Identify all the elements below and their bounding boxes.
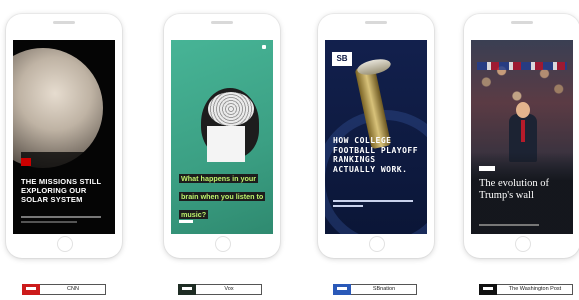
cnn-logo-icon bbox=[21, 158, 31, 166]
story-card-sbnation[interactable]: SB HOW COLLEGE FOOTBALL PLAYOFF RANKINGS… bbox=[325, 40, 427, 234]
phone-speaker bbox=[53, 21, 75, 24]
byline-line bbox=[21, 216, 101, 218]
phone-mockup-vox: What happens in your brain when you list… bbox=[164, 14, 280, 258]
story-caption: What happens in your brain when you list… bbox=[179, 168, 266, 222]
publisher-name: Vox bbox=[224, 286, 234, 292]
phone-mockup-sbnation: SB HOW COLLEGE FOOTBALL PLAYOFF RANKINGS… bbox=[318, 14, 434, 258]
brain-illustration bbox=[208, 92, 254, 126]
byline-line bbox=[21, 221, 77, 223]
publisher-label-cnn[interactable]: CNN bbox=[22, 284, 106, 295]
phone-mockup-cnn: THE MISSIONS STILL EXPLORING OUR SOLAR S… bbox=[6, 14, 122, 258]
section-tag bbox=[479, 166, 495, 171]
story-card-washingtonpost[interactable]: The evolution of Trump's wall bbox=[471, 40, 573, 234]
publisher-swatch bbox=[22, 284, 40, 295]
vox-logo-icon bbox=[179, 220, 193, 223]
publisher-label-vox[interactable]: Vox bbox=[178, 284, 262, 295]
story-card-cnn[interactable]: THE MISSIONS STILL EXPLORING OUR SOLAR S… bbox=[13, 40, 115, 234]
phone-mockup-washingtonpost: The evolution of Trump's wall bbox=[464, 14, 579, 258]
publisher-name: CNN bbox=[67, 286, 79, 292]
publisher-swatch bbox=[333, 284, 351, 295]
publisher-label-sbnation[interactable]: SBnation bbox=[333, 284, 417, 295]
home-button bbox=[515, 236, 531, 252]
story-headline: The evolution of Trump's wall bbox=[479, 178, 549, 201]
home-button bbox=[215, 236, 231, 252]
sbnation-logo: SB bbox=[332, 52, 352, 66]
story-card-vox[interactable]: What happens in your brain when you list… bbox=[171, 40, 273, 234]
cnn-logo-icon bbox=[26, 287, 36, 290]
share-icon[interactable] bbox=[262, 45, 266, 49]
publisher-swatch bbox=[479, 284, 497, 295]
story-headline: HOW COLLEGE FOOTBALL PLAYOFF RANKINGS AC… bbox=[333, 136, 419, 174]
publisher-name: SBnation bbox=[372, 286, 396, 292]
vox-logo-icon bbox=[182, 287, 192, 290]
speaker-tie bbox=[521, 120, 525, 142]
phone-speaker bbox=[365, 21, 387, 24]
publisher-swatch bbox=[178, 284, 196, 295]
sbnation-logo-icon bbox=[337, 287, 347, 290]
home-button bbox=[369, 236, 385, 252]
rally-signs bbox=[477, 62, 567, 70]
face-cutout bbox=[207, 126, 245, 162]
byline-line bbox=[479, 224, 539, 226]
publisher-name: The Washington Post bbox=[508, 286, 562, 292]
phone-speaker bbox=[211, 21, 233, 24]
home-button bbox=[57, 236, 73, 252]
story-headline: What happens in your brain when you list… bbox=[179, 174, 266, 219]
story-headline: THE MISSIONS STILL EXPLORING OUR SOLAR S… bbox=[21, 177, 102, 204]
publisher-label-washingtonpost[interactable]: The Washington Post bbox=[479, 284, 573, 295]
phone-speaker bbox=[511, 21, 533, 24]
speaker-head bbox=[516, 102, 530, 118]
washingtonpost-logo-icon bbox=[483, 287, 493, 290]
subtitle-line bbox=[333, 205, 363, 207]
planet-image bbox=[13, 48, 103, 168]
subtitle-line bbox=[333, 200, 413, 202]
